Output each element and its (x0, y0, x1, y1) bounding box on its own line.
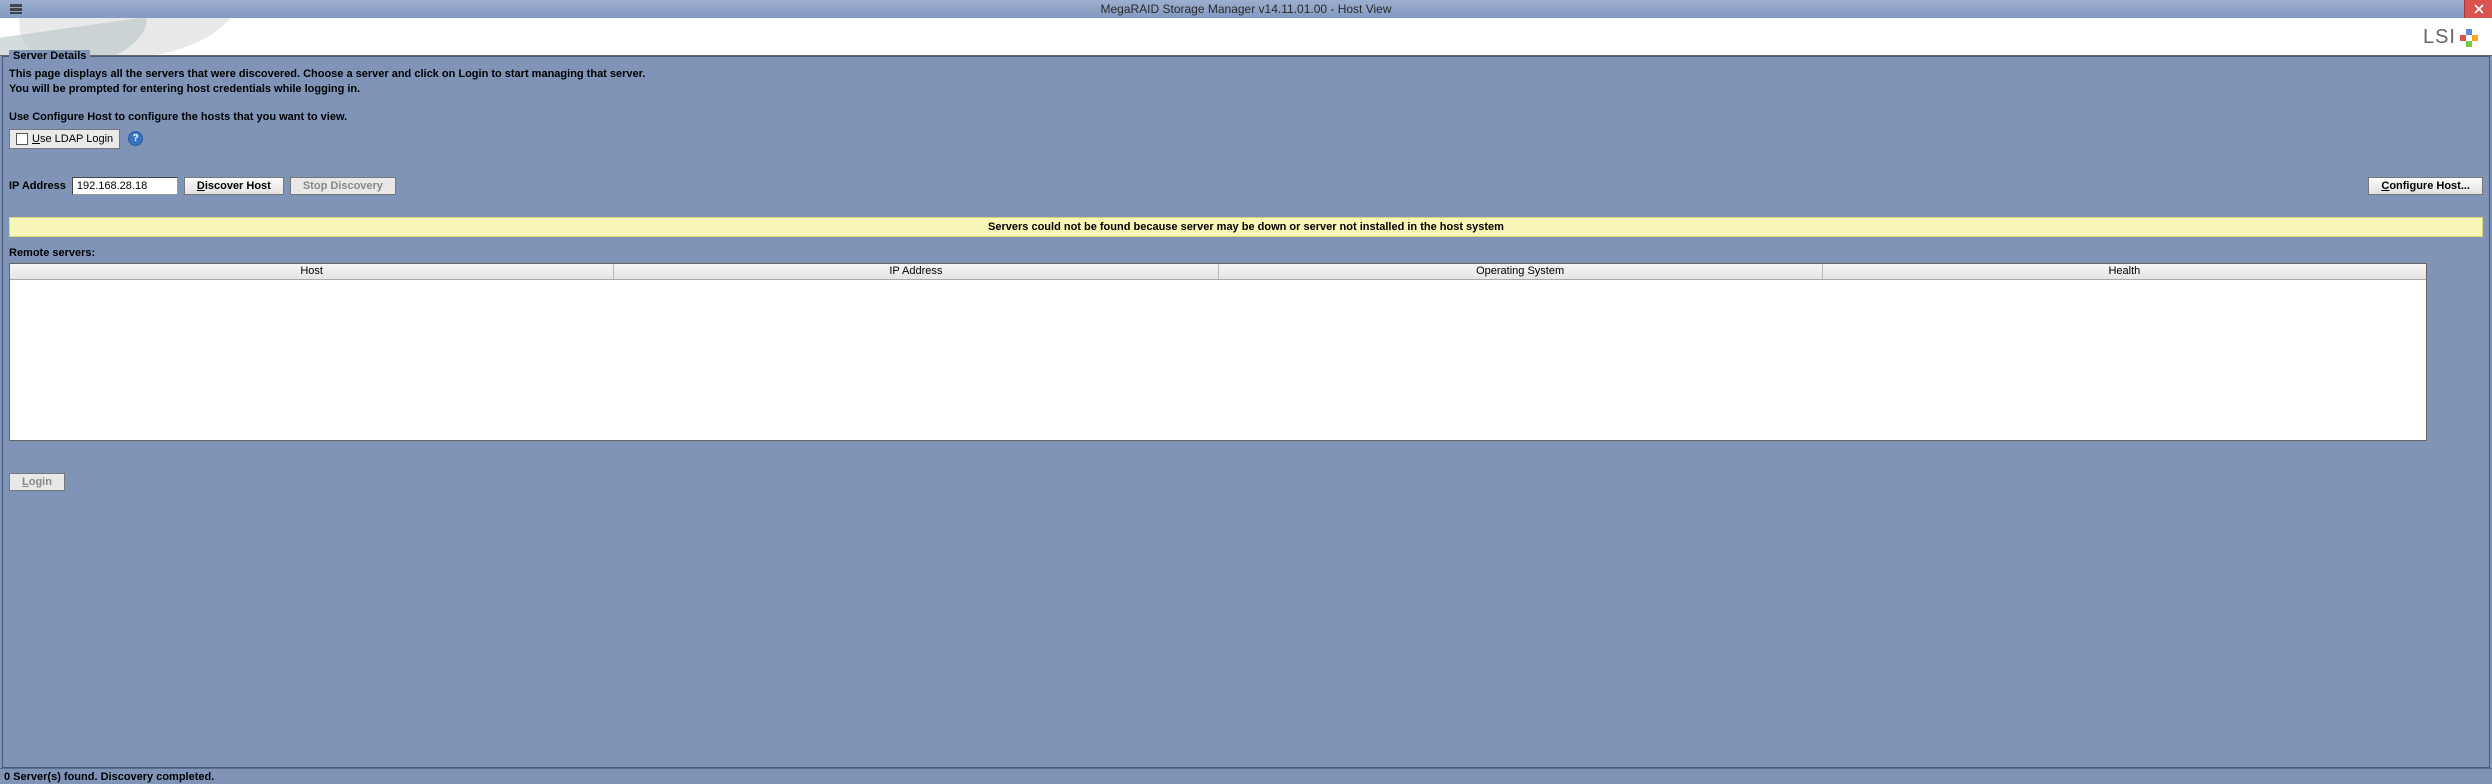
configure-host-button[interactable]: Configure Host... (2368, 177, 2483, 195)
warning-banner: Servers could not be found because serve… (9, 217, 2483, 237)
ldap-label-rest: se LDAP Login (40, 133, 113, 145)
login-row: Login (9, 473, 2483, 491)
header-banner: LSI (0, 18, 2492, 56)
col-health[interactable]: Health (1823, 264, 2426, 279)
discover-host-button[interactable]: Discover Host (184, 177, 284, 195)
window-title: MegaRAID Storage Manager v14.11.01.00 - … (0, 2, 2492, 16)
table-body[interactable] (10, 280, 2426, 440)
status-text: 0 Server(s) found. Discovery completed. (4, 771, 214, 783)
intro-line-2: You will be prompted for entering host c… (9, 82, 2483, 97)
stop-discovery-button[interactable]: Stop Discovery (290, 177, 396, 195)
lsi-mark-icon (2460, 29, 2478, 47)
help-icon[interactable]: ? (128, 131, 143, 146)
table-header-row: Host IP Address Operating System Health (10, 264, 2426, 280)
ip-address-label: IP Address (9, 180, 66, 192)
window-titlebar: MegaRAID Storage Manager v14.11.01.00 - … (0, 0, 2492, 18)
servers-table: Host IP Address Operating System Health (9, 263, 2427, 441)
remote-servers-label: Remote servers: (9, 247, 2483, 259)
server-details-panel: Server Details This page displays all th… (2, 56, 2490, 768)
intro-text: This page displays all the servers that … (9, 67, 2483, 97)
lsi-logo-text: LSI (2423, 26, 2456, 49)
intro-line-1: This page displays all the servers that … (9, 67, 2483, 82)
checkbox-icon (16, 133, 28, 145)
col-os[interactable]: Operating System (1219, 264, 1823, 279)
ip-address-input[interactable] (72, 177, 178, 195)
ldap-row: Use LDAP Login ? (9, 129, 2483, 149)
col-host[interactable]: Host (10, 264, 614, 279)
panel-legend: Server Details (9, 50, 90, 62)
app-icon (0, 0, 32, 18)
lsi-logo: LSI (2423, 26, 2478, 49)
login-button[interactable]: Login (9, 473, 65, 491)
close-button[interactable] (2464, 0, 2492, 18)
discover-row: IP Address Discover Host Stop Discovery … (9, 177, 2483, 195)
config-hint: Use Configure Host to configure the host… (9, 111, 2483, 123)
status-bar: 0 Server(s) found. Discovery completed. (0, 768, 2492, 784)
col-ip[interactable]: IP Address (614, 264, 1218, 279)
use-ldap-login-toggle[interactable]: Use LDAP Login (9, 129, 120, 149)
